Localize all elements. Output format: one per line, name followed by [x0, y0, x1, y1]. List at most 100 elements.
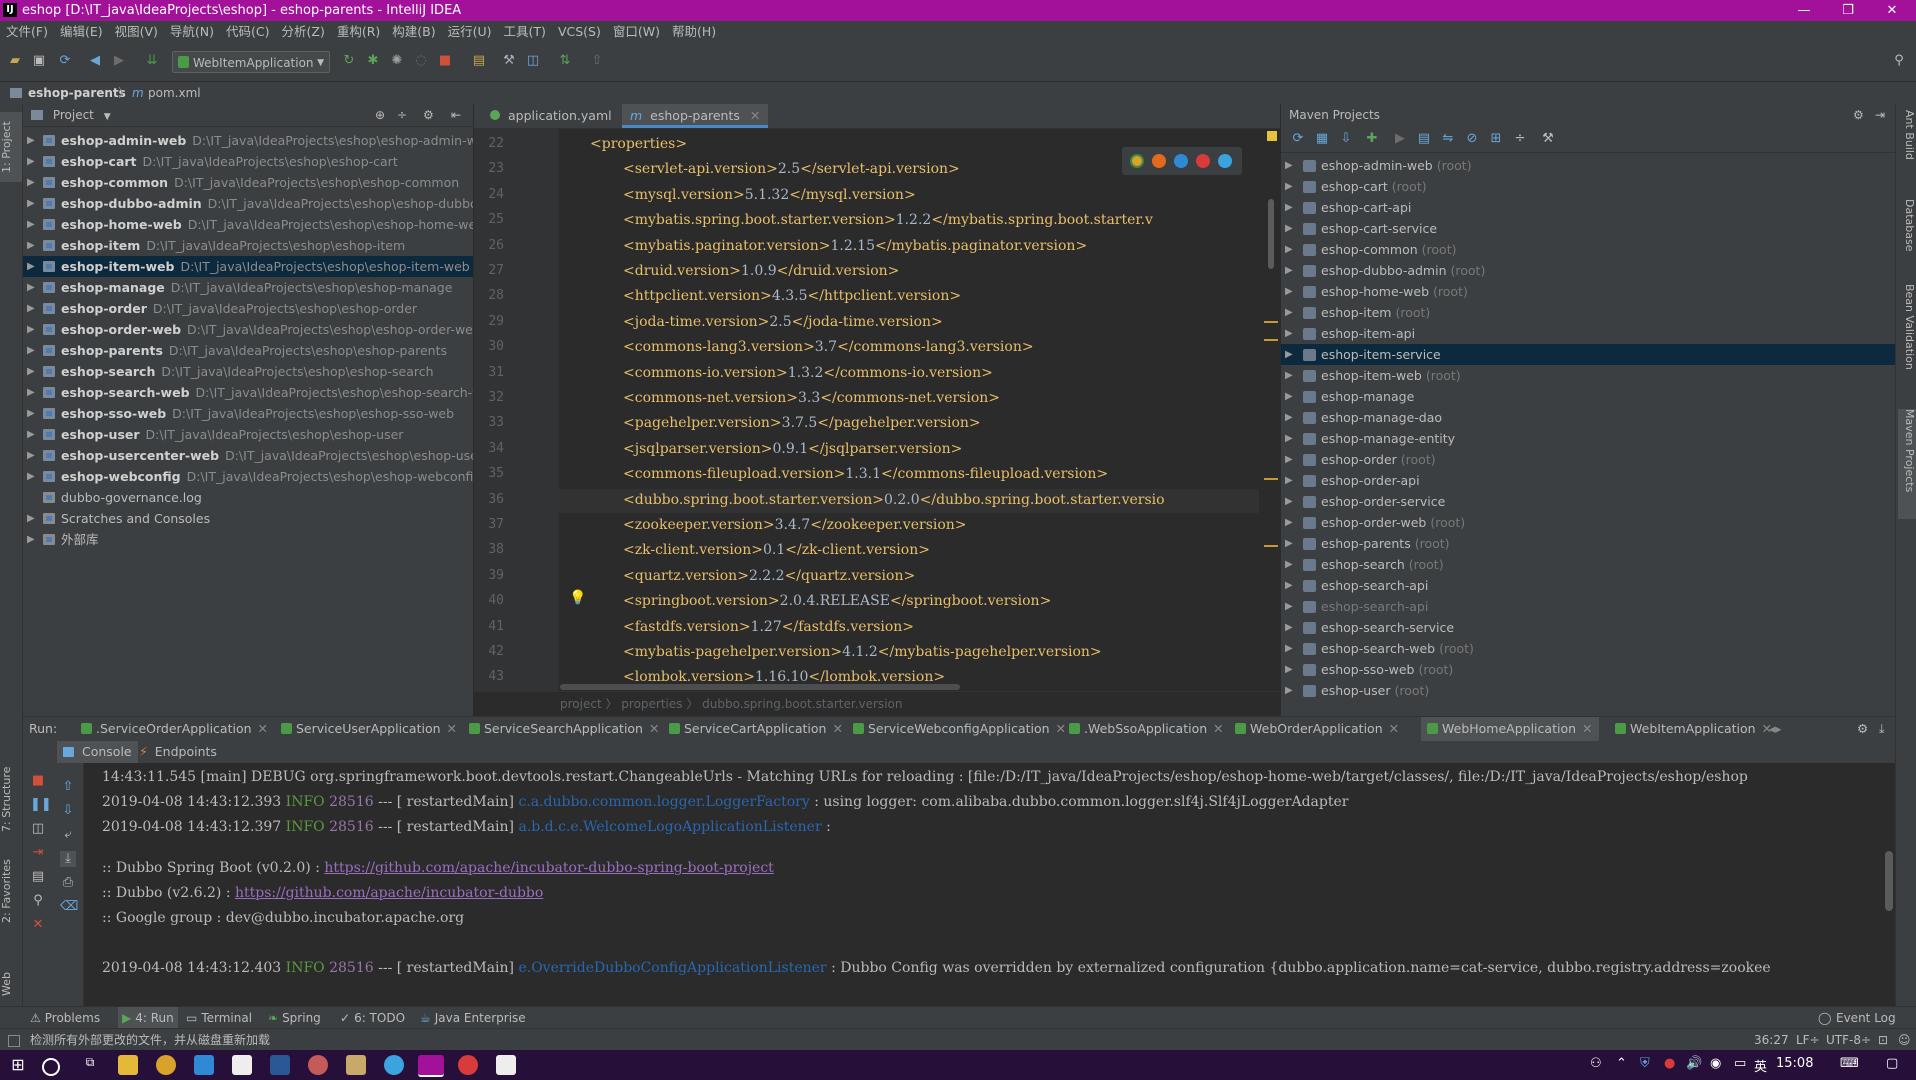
chrome-icon[interactable] — [1130, 154, 1144, 168]
open-folder-icon[interactable]: ▰ — [6, 52, 24, 70]
bean-validation-tab[interactable]: Bean Validation — [1898, 284, 1916, 384]
status-toggle-icon[interactable] — [8, 1035, 20, 1047]
chevron-right-icon[interactable]: ▶ — [1285, 386, 1293, 407]
code-line[interactable]: <fastdfs.version>1.27</fastdfs.version> — [623, 619, 914, 635]
close-tab-icon[interactable]: ✕ — [447, 721, 457, 736]
close-tab-icon[interactable]: ✕ — [1389, 721, 1399, 736]
chevron-right-icon[interactable]: ▶ — [27, 256, 35, 277]
project-view-selector[interactable]: Project — [53, 108, 94, 122]
maven-tree-item[interactable]: ▶ eshop-order (root) — [1281, 449, 1895, 470]
notification-icon[interactable]: ▢ — [1886, 1056, 1898, 1071]
sdk-icon[interactable]: ◫ — [524, 52, 542, 70]
code-line[interactable]: <mybatis.spring.boot.starter.version>1.2… — [623, 212, 1153, 228]
settings-wrench-icon[interactable]: ⚒ — [500, 52, 518, 70]
project-tree-item[interactable]: ▶ eshop-item D:\IT_java\IdeaProjects\eshop… — [23, 235, 473, 256]
chevron-right-icon[interactable]: ▶ — [1285, 365, 1293, 386]
windows-start-icon[interactable]: ⊞ — [8, 1055, 28, 1075]
scratches-item[interactable]: ▶ Scratches and Consoles — [23, 508, 473, 529]
skip-tests-icon[interactable]: ⊘ — [1463, 130, 1481, 148]
run-tab[interactable]: ServiceSearchApplication ✕ — [463, 717, 665, 741]
close-tab-icon[interactable]: ✕ — [832, 721, 842, 736]
toggle-offline-icon[interactable]: ⇋ — [1439, 130, 1457, 148]
close-icon[interactable]: ✕ — [30, 917, 46, 933]
code-line[interactable]: <mybatis.paginator.version>1.2.15</mybat… — [623, 238, 1087, 254]
project-tree-item[interactable]: ▶ eshop-manage D:\IT_java\IdeaProjects\esh… — [23, 277, 473, 298]
code-line[interactable]: <commons-lang3.version>3.7</commons-lang… — [623, 339, 1034, 355]
maven-tree-item[interactable]: ▶ eshop-sso-web (root) — [1281, 659, 1895, 680]
horizontal-scrollbar[interactable] — [560, 684, 1160, 690]
run-tab[interactable]: ServiceCartApplication ✕ — [663, 717, 849, 741]
chevron-right-icon[interactable]: ▶ — [1285, 512, 1293, 533]
scroll-to-end-icon[interactable]: ⤓ — [60, 851, 76, 867]
tab-scroll-icon[interactable]: ◂▸ — [1769, 717, 1782, 741]
profile-icon[interactable]: ◌ — [412, 52, 430, 70]
browser-icon[interactable] — [384, 1055, 404, 1075]
stop-icon[interactable]: ■ — [436, 52, 454, 70]
maven-tree-item[interactable]: ▶ eshop-item-api — [1281, 323, 1895, 344]
chevron-right-icon[interactable]: ▶ — [1285, 659, 1293, 680]
code-line[interactable]: <mybatis-pagehelper.version>4.1.2</mybat… — [623, 644, 1102, 660]
maven-tree-item[interactable]: ▶ eshop-dubbo-admin (root) — [1281, 260, 1895, 281]
chevron-right-icon[interactable]: ▶ — [1285, 407, 1293, 428]
maven-projects-tab[interactable]: Maven Projects — [1898, 409, 1916, 519]
maven-tree-item[interactable]: ▶ eshop-order-service — [1281, 491, 1895, 512]
file-encoding[interactable]: UTF-8÷ — [1826, 1029, 1871, 1051]
notes-icon[interactable] — [496, 1055, 516, 1075]
menu-item[interactable]: 代码(C) — [226, 24, 269, 39]
chevron-right-icon[interactable]: ▶ — [27, 130, 35, 151]
layout-icon[interactable]: ▤ — [30, 869, 46, 885]
chevron-right-icon[interactable]: ▶ — [1285, 638, 1293, 659]
project-tree-item[interactable]: ▶ eshop-sso-web D:\IT_java\IdeaProjects\es… — [23, 403, 473, 424]
intellij-taskbar-icon[interactable] — [418, 1055, 444, 1077]
chevron-right-icon[interactable]: ▶ — [1285, 197, 1293, 218]
code-line[interactable]: <zk-client.version>0.1</zk-client.versio… — [623, 542, 930, 558]
project-tool-tab[interactable]: 1: Project — [0, 112, 22, 182]
maven-tree-item[interactable]: ▶ eshop-cart-api — [1281, 197, 1895, 218]
reimport-icon[interactable]: ⟳ — [1289, 130, 1307, 148]
run-maven-icon[interactable]: ▶ — [1391, 130, 1409, 148]
restore-button[interactable]: ❐ — [1826, 0, 1870, 21]
store-icon[interactable] — [232, 1055, 252, 1075]
chevron-right-icon[interactable]: ▶ — [1285, 239, 1293, 260]
chevron-right-icon[interactable]: ▶ — [27, 445, 35, 466]
close-tab-icon[interactable]: ✕ — [1213, 721, 1223, 736]
gear-icon[interactable]: ⚙ — [1853, 104, 1864, 126]
close-tab-icon[interactable]: ✕ — [1582, 721, 1592, 736]
code-line[interactable]: <properties> — [590, 136, 687, 152]
chevron-right-icon[interactable]: ▶ — [27, 382, 35, 403]
pin-icon[interactable]: ⚲ — [30, 893, 46, 909]
chevron-right-icon[interactable]: ▶ — [27, 466, 35, 487]
maven-tree-item[interactable]: ▶ eshop-cart-service — [1281, 218, 1895, 239]
event-log-tab[interactable]: Event Log — [1836, 1007, 1896, 1029]
code-line[interactable]: <joda-time.version>2.5</joda-time.versio… — [623, 314, 943, 330]
maven-tree-item[interactable]: ▶ eshop-parents (root) — [1281, 533, 1895, 554]
chevron-right-icon[interactable]: ▶ — [1285, 344, 1293, 365]
battery-icon[interactable]: ▭ — [1734, 1056, 1746, 1071]
add-icon[interactable]: ✚ — [1363, 130, 1381, 148]
project-tree-item[interactable]: ▶ eshop-home-web D:\IT_java\IdeaProjects\e… — [23, 214, 473, 235]
hide-panel-icon[interactable]: ⤓ — [1879, 717, 1885, 741]
chevron-up-icon[interactable]: ⌃ — [1616, 1056, 1627, 1071]
run-tab[interactable]: WebHomeApplication ✕ — [1421, 717, 1599, 741]
chevron-right-icon[interactable]: ▶ — [1285, 596, 1293, 617]
breadcrumb-project[interactable]: eshop-parents — [28, 82, 126, 104]
stop-icon[interactable]: ■ — [30, 773, 46, 789]
run-tab[interactable]: ServiceUserApplication ✕ — [275, 717, 463, 741]
bottom-tab[interactable]: ☕ Java Enterprise — [420, 1007, 526, 1029]
bottom-tab[interactable]: ▭ Terminal — [186, 1007, 252, 1029]
menu-item[interactable]: 运行(U) — [448, 24, 492, 39]
code-line[interactable]: <pagehelper.version>3.7.5</pagehelper.ve… — [623, 415, 981, 431]
run-config-dropdown[interactable]: WebItemApplication ▼ — [172, 51, 330, 73]
log-file-item[interactable]: dubbo-governance.log — [23, 487, 473, 508]
run-tab[interactable]: WebOrderApplication ✕ — [1229, 717, 1405, 741]
chevron-right-icon[interactable]: ▶ — [1285, 470, 1293, 491]
pause-icon[interactable]: ❚❚ — [30, 797, 52, 813]
people-icon[interactable]: ⚇ — [1590, 1056, 1602, 1071]
back-arrow-icon[interactable]: ◀ — [86, 52, 104, 70]
chevron-right-icon[interactable]: ▶ — [27, 424, 35, 445]
minimize-button[interactable]: — — [1782, 0, 1826, 21]
project-tree-item[interactable]: ▶ eshop-parents D:\IT_java\IdeaProjects\es… — [23, 340, 473, 361]
forward-arrow-icon[interactable]: ▶ — [110, 52, 128, 70]
exit-icon[interactable]: ⇥ — [30, 845, 46, 861]
chevron-right-icon[interactable]: ▶ — [1285, 680, 1293, 701]
